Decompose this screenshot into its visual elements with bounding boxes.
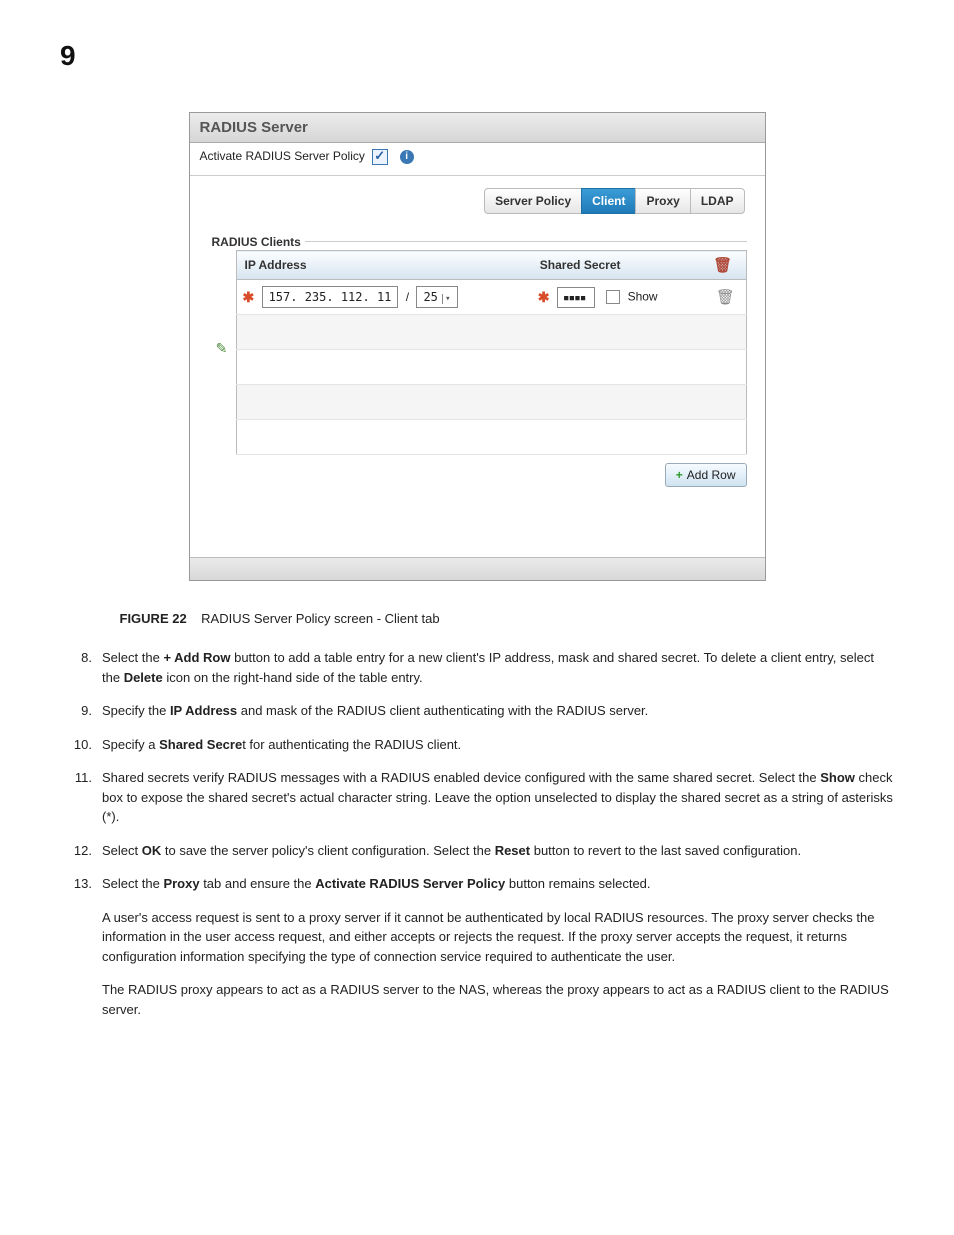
table-row: [236, 350, 746, 385]
step-13: 13. Select the Proxy tab and ensure the …: [60, 874, 894, 1019]
delete-all-icon[interactable]: 🗑: [713, 256, 732, 274]
step-number: 8.: [60, 648, 102, 687]
table-row: [236, 420, 746, 455]
step-paragraph: A user's access request is sent to a pro…: [102, 908, 894, 967]
table-row: ✱ 157. 235. 112. 11 / 25 ▾ ✱ ▪▪▪▪ Show: [236, 280, 746, 315]
step-bold: Proxy: [163, 876, 199, 891]
step-11: 11. Shared secrets verify RADIUS message…: [60, 768, 894, 827]
step-text: Specify a: [102, 737, 159, 752]
tab-proxy[interactable]: Proxy: [635, 188, 690, 214]
col-shared-secret: Shared Secret: [532, 251, 705, 280]
step-bold: + Add Row: [163, 650, 230, 665]
activate-label: Activate RADIUS Server Policy: [200, 149, 365, 163]
figure-caption: FIGURE 22 RADIUS Server Policy screen - …: [60, 611, 894, 626]
procedure-steps: 8. Select the + Add Row button to add a …: [60, 648, 894, 1019]
figure-number: FIGURE 22: [120, 611, 187, 626]
step-bold: Shared Secre: [159, 737, 242, 752]
panel-title: RADIUS Server: [190, 113, 765, 143]
panel-footer: [190, 557, 765, 580]
clients-table: IP Address Shared Secret 🗑 ✱ 157. 235. 1…: [236, 250, 747, 455]
required-icon: ✱: [243, 289, 255, 305]
tab-bar: Server PolicyClientProxyLDAP: [190, 176, 765, 224]
col-delete: 🗑: [705, 251, 746, 280]
mask-separator: /: [406, 290, 409, 304]
activate-checkbox[interactable]: [372, 149, 388, 165]
step-bold: Show: [820, 770, 855, 785]
step-paragraph: The RADIUS proxy appears to act as a RAD…: [102, 980, 894, 1019]
edit-icon[interactable]: ✎: [216, 340, 228, 357]
step-text: icon on the right-hand side of the table…: [163, 670, 423, 685]
step-bold: OK: [142, 843, 162, 858]
step-text: Select the: [102, 650, 163, 665]
step-bold: IP Address: [170, 703, 237, 718]
step-9: 9. Specify the IP Address and mask of th…: [60, 701, 894, 721]
tab-client[interactable]: Client: [581, 188, 636, 214]
activate-row: Activate RADIUS Server Policy i: [190, 143, 765, 176]
delete-row-icon[interactable]: 🗑: [716, 288, 735, 306]
step-12: 12. Select OK to save the server policy'…: [60, 841, 894, 861]
add-row-label: Add Row: [687, 468, 736, 482]
step-text: to save the server policy's client confi…: [161, 843, 494, 858]
step-number: 9.: [60, 701, 102, 721]
radius-clients-fieldset: RADIUS Clients: [208, 234, 747, 242]
tab-ldap[interactable]: LDAP: [690, 188, 745, 214]
shared-secret-input[interactable]: ▪▪▪▪: [557, 287, 595, 308]
step-text: and mask of the RADIUS client authentica…: [237, 703, 648, 718]
show-label: Show: [628, 289, 658, 303]
ip-address-input[interactable]: 157. 235. 112. 11: [262, 286, 399, 308]
step-bold: Activate RADIUS Server Policy: [315, 876, 505, 891]
step-8: 8. Select the + Add Row button to add a …: [60, 648, 894, 687]
step-text: Specify the: [102, 703, 170, 718]
add-row-button[interactable]: + Add Row: [665, 463, 747, 487]
info-icon[interactable]: i: [400, 150, 414, 164]
step-text: Select: [102, 843, 142, 858]
step-number: 11.: [60, 768, 102, 827]
step-text: t for authenticating the RADIUS client.: [242, 737, 461, 752]
table-row: [236, 315, 746, 350]
step-number: 10.: [60, 735, 102, 755]
col-ip-address: IP Address: [236, 251, 532, 280]
tab-server-policy[interactable]: Server Policy: [484, 188, 582, 214]
step-bold: Delete: [124, 670, 163, 685]
chevron-down-icon: ▾: [442, 294, 453, 304]
step-bold: Reset: [495, 843, 530, 858]
step-text: Select the: [102, 876, 163, 891]
step-number: 12.: [60, 841, 102, 861]
step-text: Shared secrets verify RADIUS messages wi…: [102, 770, 820, 785]
plus-icon: +: [676, 468, 683, 482]
step-text: tab and ensure the: [200, 876, 316, 891]
fieldset-legend: RADIUS Clients: [208, 235, 305, 249]
page-number: 9: [60, 40, 894, 72]
step-text: button to revert to the last saved confi…: [530, 843, 801, 858]
step-10: 10. Specify a Shared Secret for authenti…: [60, 735, 894, 755]
mask-value: 25: [423, 290, 437, 304]
figure-text: RADIUS Server Policy screen - Client tab: [201, 611, 439, 626]
mask-select[interactable]: 25 ▾: [416, 286, 457, 308]
show-checkbox[interactable]: [606, 290, 620, 304]
radius-server-panel: RADIUS Server Activate RADIUS Server Pol…: [189, 112, 766, 581]
table-row: [236, 385, 746, 420]
step-number: 13.: [60, 874, 102, 1019]
required-icon: ✱: [538, 289, 550, 305]
step-text: button remains selected.: [505, 876, 650, 891]
